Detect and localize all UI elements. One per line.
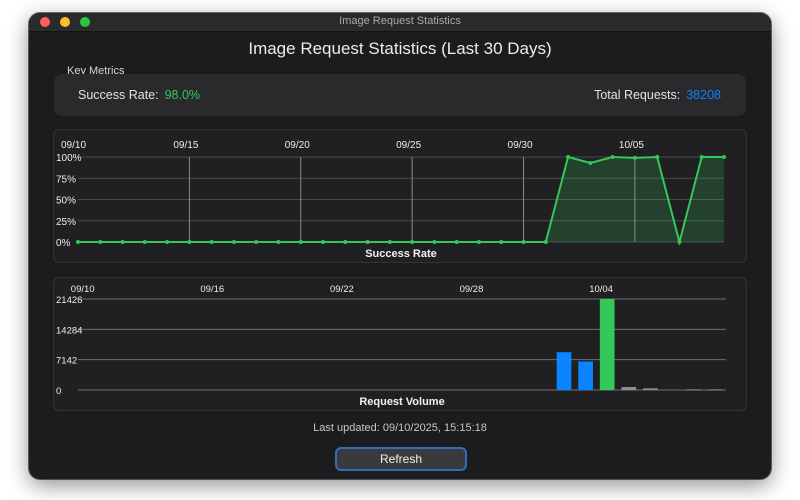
data-point	[432, 240, 437, 244]
data-point	[632, 155, 637, 160]
volume-bar	[686, 389, 701, 391]
y-tick-label: 25%	[56, 217, 76, 228]
volume-bar	[707, 389, 723, 391]
x-tick-label: 10/05	[619, 140, 644, 151]
x-tick-label: 10/04	[589, 284, 613, 295]
volume-bar	[643, 388, 658, 390]
x-tick-label: 09/20	[285, 140, 310, 151]
success-rate-chart-panel: 100% 75% 50% 25% 0% 09/10 09/15 09/20 09/25 09/30…	[53, 129, 747, 263]
x-tick-label: 09/22	[330, 284, 354, 295]
data-point	[276, 240, 281, 244]
y-tick-label: 75%	[56, 174, 76, 185]
total-requests-value: 38208	[686, 88, 721, 102]
y-tick-label: 100%	[56, 153, 82, 164]
key-metrics-panel: Success Rate: 98.0% Total Requests: 38208	[54, 74, 746, 116]
request-volume-chart: 21426 14284 7142 0 09/10 09/16 09/22 09/28 10/04…	[56, 284, 726, 408]
x-tick-label: 09/15	[173, 140, 198, 151]
data-point	[677, 240, 682, 244]
y-tick-label: 7142	[56, 356, 77, 367]
data-point	[722, 155, 726, 159]
chart-title: Success Rate	[365, 248, 437, 260]
page-title: Image Request Statistics (Last 30 Days)	[248, 39, 552, 58]
y-tick-label: 14284	[56, 325, 82, 336]
data-point	[410, 240, 415, 244]
data-point	[298, 240, 303, 244]
volume-bar	[578, 361, 593, 390]
data-point	[521, 240, 526, 244]
data-point	[499, 240, 504, 244]
x-tick-label: 09/10	[71, 284, 95, 295]
x-tick-label: 09/10	[61, 140, 86, 151]
volume-bar	[599, 299, 615, 390]
x-tick-label: 09/30	[508, 140, 533, 151]
success-rate-metric: Success Rate: 98.0%	[78, 88, 200, 102]
data-point	[321, 240, 326, 244]
data-point	[387, 240, 392, 244]
y-tick-label: 50%	[56, 196, 76, 207]
x-tick-label: 09/25	[396, 140, 421, 151]
title-bar: Image Request Statistics	[29, 13, 771, 32]
x-tick-label: 09/16	[200, 284, 224, 295]
data-point	[343, 240, 348, 244]
app-window: Image Request Statistics Image Request S…	[29, 13, 771, 479]
x-tick-label: 09/28	[460, 284, 484, 295]
data-point	[254, 240, 259, 244]
window-title: Image Request Statistics	[339, 15, 461, 27]
data-point	[98, 240, 103, 244]
data-point	[476, 240, 481, 244]
y-tick-label: 21426	[56, 295, 82, 306]
data-point	[566, 155, 571, 159]
data-point	[365, 240, 370, 244]
request-volume-chart-panel: 21426 14284 7142 0 09/10 09/16 09/22 09/28 10/04…	[53, 277, 747, 411]
data-point	[699, 155, 704, 159]
y-tick-label: 0	[56, 386, 61, 397]
data-point	[209, 240, 214, 244]
success-rate-chart: 100% 75% 50% 25% 0% 09/10 09/15 09/20 09/25 09/30…	[56, 140, 726, 260]
data-point	[588, 160, 593, 165]
data-point	[142, 240, 147, 244]
data-point	[187, 240, 192, 244]
success-rate-label: Success Rate:	[78, 88, 159, 102]
data-point	[76, 240, 80, 244]
data-point	[165, 240, 170, 244]
total-requests-metric: Total Requests: 38208	[594, 88, 721, 102]
data-point	[231, 240, 236, 244]
success-rate-value: 98.0%	[164, 88, 201, 102]
total-requests-label: Total Requests:	[594, 88, 681, 102]
data-point	[454, 240, 459, 244]
last-updated-text: Last updated: 09/10/2025, 15:15:18	[313, 422, 487, 434]
volume-bar	[621, 387, 637, 390]
volume-bar	[556, 352, 572, 390]
data-point	[610, 155, 615, 159]
refresh-button[interactable]: Refresh	[335, 447, 467, 471]
chart-title: Request Volume	[359, 396, 444, 408]
data-point	[543, 240, 548, 244]
data-point	[120, 240, 125, 244]
y-tick-label: 0%	[56, 238, 71, 249]
data-point	[655, 155, 660, 159]
